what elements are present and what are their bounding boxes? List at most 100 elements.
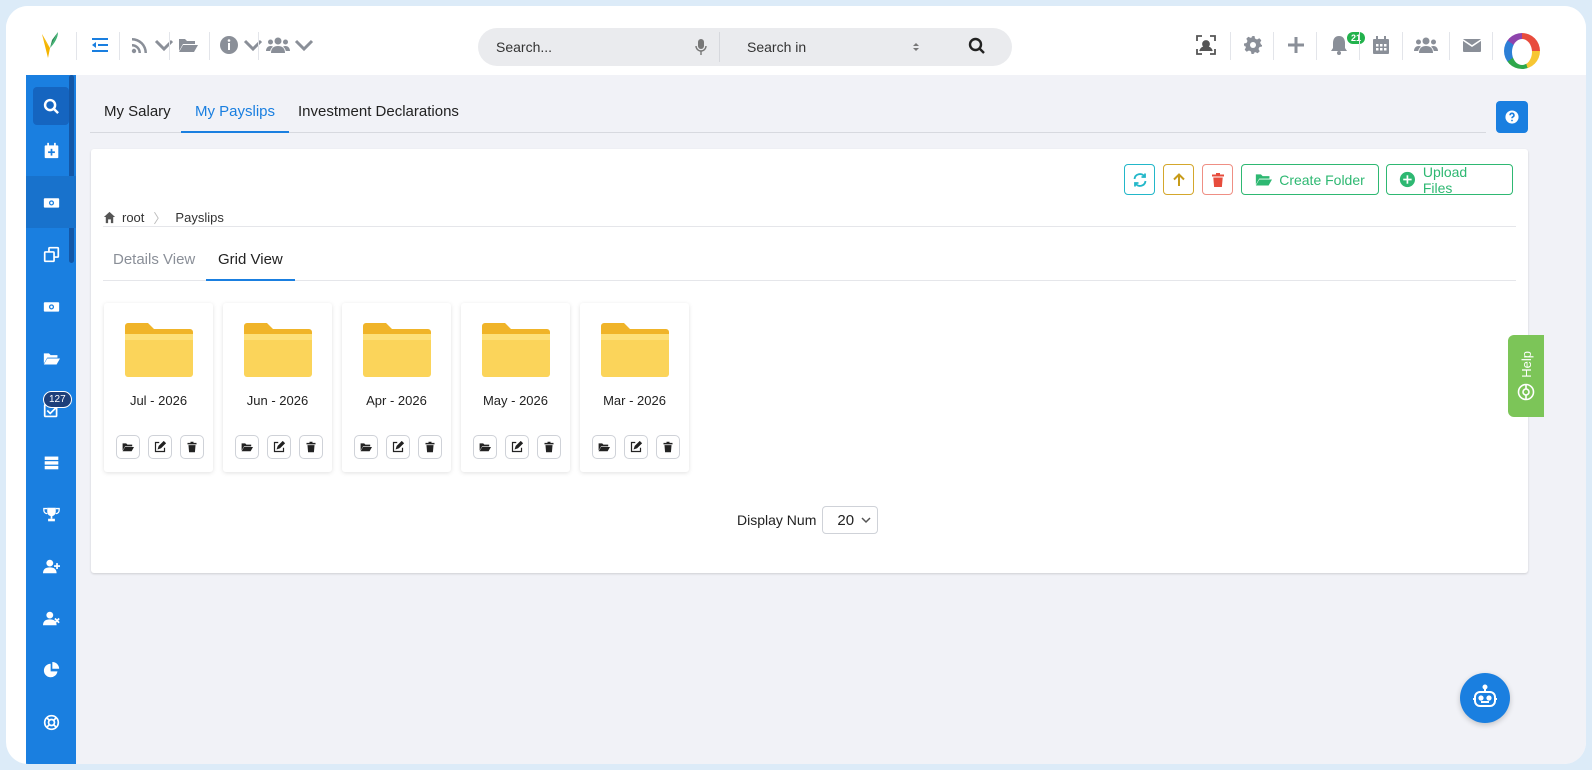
divider bbox=[1230, 32, 1231, 60]
sidebar-item-list[interactable] bbox=[26, 436, 76, 488]
main-content: My Salary My Payslips Investment Declara… bbox=[76, 75, 1586, 764]
refresh-button[interactable] bbox=[1124, 164, 1155, 195]
rename-folder-button[interactable] bbox=[624, 435, 648, 459]
divider bbox=[1273, 32, 1274, 60]
search-icon[interactable] bbox=[968, 37, 986, 55]
divider bbox=[1449, 32, 1450, 60]
menu-collapse-icon[interactable] bbox=[90, 34, 110, 56]
gear-icon[interactable] bbox=[1243, 34, 1263, 56]
delete-folder-button[interactable] bbox=[299, 435, 323, 459]
folder-card[interactable]: Jun - 2026 bbox=[223, 303, 332, 472]
open-folder-button[interactable] bbox=[592, 435, 616, 459]
folder-name: Apr - 2026 bbox=[366, 393, 427, 408]
salary-tabs: My Salary My Payslips Investment Declara… bbox=[90, 97, 1486, 133]
sidebar-item-awards[interactable] bbox=[26, 488, 76, 540]
display-num-control: Display Num 20 bbox=[737, 506, 879, 534]
upload-files-label: Upload Files bbox=[1422, 163, 1468, 196]
top-bar: Search in 21 bbox=[6, 6, 1586, 76]
folder-card[interactable]: Apr - 2026 bbox=[342, 303, 451, 472]
chatbot-button[interactable] bbox=[1460, 673, 1510, 723]
search-input[interactable] bbox=[496, 28, 696, 66]
file-manager-panel: Create Folder Upload Files root 〉 Paysli… bbox=[91, 149, 1528, 573]
sidebar-item-reports[interactable] bbox=[26, 644, 76, 696]
rename-folder-button[interactable] bbox=[386, 435, 410, 459]
folder-actions bbox=[116, 435, 204, 459]
upload-files-button[interactable]: Upload Files bbox=[1386, 163, 1513, 196]
help-button[interactable] bbox=[1496, 101, 1528, 133]
edit-icon bbox=[273, 441, 285, 453]
home-icon[interactable] bbox=[103, 211, 116, 224]
rss-icon[interactable] bbox=[130, 34, 174, 56]
search-scope-select[interactable]: Search in bbox=[747, 39, 806, 55]
up-level-button[interactable] bbox=[1163, 164, 1194, 195]
folder-open-icon bbox=[1256, 174, 1273, 186]
delete-button[interactable] bbox=[1202, 164, 1233, 195]
trash-icon bbox=[1211, 172, 1224, 187]
folder-actions bbox=[235, 435, 323, 459]
sidebar-item-remove-user[interactable] bbox=[26, 592, 76, 644]
calendar-icon[interactable] bbox=[1371, 34, 1391, 56]
tab-my-payslips[interactable]: My Payslips bbox=[181, 97, 290, 133]
folder-actions bbox=[473, 435, 561, 459]
app-logo[interactable] bbox=[36, 30, 64, 60]
copy-icon bbox=[43, 246, 59, 262]
sidebar-item-files[interactable] bbox=[26, 332, 76, 384]
sidebar-item-payments[interactable] bbox=[26, 280, 76, 332]
folder-icon bbox=[601, 323, 669, 377]
folder-icon bbox=[244, 323, 312, 377]
sidebar: 127 bbox=[26, 75, 76, 764]
tasks-count-badge: 127 bbox=[43, 391, 72, 408]
avatar[interactable] bbox=[1504, 33, 1540, 69]
sidebar-item-calendar[interactable] bbox=[26, 124, 76, 176]
folder-card[interactable]: Jul - 2026 bbox=[104, 303, 213, 472]
sidebar-item-documents[interactable] bbox=[26, 228, 76, 280]
rename-folder-button[interactable] bbox=[267, 435, 291, 459]
breadcrumb-payslips[interactable]: Payslips bbox=[175, 210, 223, 225]
display-num-label: Display Num bbox=[737, 512, 817, 528]
divider bbox=[119, 32, 120, 60]
delete-folder-button[interactable] bbox=[418, 435, 442, 459]
delete-folder-button[interactable] bbox=[656, 435, 680, 459]
sidebar-item-salary[interactable] bbox=[26, 176, 76, 228]
microphone-icon[interactable] bbox=[694, 39, 708, 55]
display-num-select[interactable]: 20 bbox=[822, 506, 879, 534]
view-mode-tabs: Details View Grid View bbox=[103, 241, 1516, 281]
mail-icon[interactable] bbox=[1462, 34, 1482, 56]
open-folder-button[interactable] bbox=[354, 435, 378, 459]
global-search-bar: Search in bbox=[478, 28, 1012, 66]
open-folder-button[interactable] bbox=[473, 435, 497, 459]
team-icon[interactable] bbox=[266, 34, 314, 56]
bell-icon[interactable] bbox=[1329, 34, 1349, 56]
folder-open-icon bbox=[122, 441, 134, 453]
tab-grid-view[interactable]: Grid View bbox=[206, 241, 295, 281]
open-folder-button[interactable] bbox=[116, 435, 140, 459]
tab-details-view[interactable]: Details View bbox=[113, 241, 195, 281]
edit-icon bbox=[511, 441, 523, 453]
folder-card[interactable]: Mar - 2026 bbox=[580, 303, 689, 472]
tab-investment-declarations[interactable]: Investment Declarations bbox=[298, 97, 459, 133]
sidebar-item-search[interactable] bbox=[33, 87, 69, 125]
users-icon[interactable] bbox=[1414, 34, 1438, 56]
search-icon bbox=[43, 98, 59, 114]
delete-folder-button[interactable] bbox=[180, 435, 204, 459]
folder-name: Jun - 2026 bbox=[246, 393, 309, 408]
rename-folder-button[interactable] bbox=[148, 435, 172, 459]
refresh-icon bbox=[1133, 172, 1146, 187]
open-folder-button[interactable] bbox=[235, 435, 259, 459]
folder-open-icon[interactable] bbox=[178, 34, 198, 56]
info-icon[interactable] bbox=[219, 34, 263, 56]
sidebar-item-support[interactable] bbox=[26, 696, 76, 748]
divider bbox=[1359, 32, 1360, 60]
sidebar-item-add-user[interactable] bbox=[26, 540, 76, 592]
breadcrumb-root[interactable]: root bbox=[122, 210, 144, 225]
plus-icon[interactable] bbox=[1286, 34, 1306, 56]
folder-actions bbox=[592, 435, 680, 459]
delete-folder-button[interactable] bbox=[537, 435, 561, 459]
help-side-tab[interactable]: Help bbox=[1508, 335, 1544, 417]
question-icon bbox=[1505, 110, 1519, 124]
face-scan-icon[interactable] bbox=[1196, 34, 1216, 56]
rename-folder-button[interactable] bbox=[505, 435, 529, 459]
folder-card[interactable]: May - 2026 bbox=[461, 303, 570, 472]
tab-my-salary[interactable]: My Salary bbox=[104, 97, 171, 133]
create-folder-button[interactable]: Create Folder bbox=[1241, 164, 1379, 195]
